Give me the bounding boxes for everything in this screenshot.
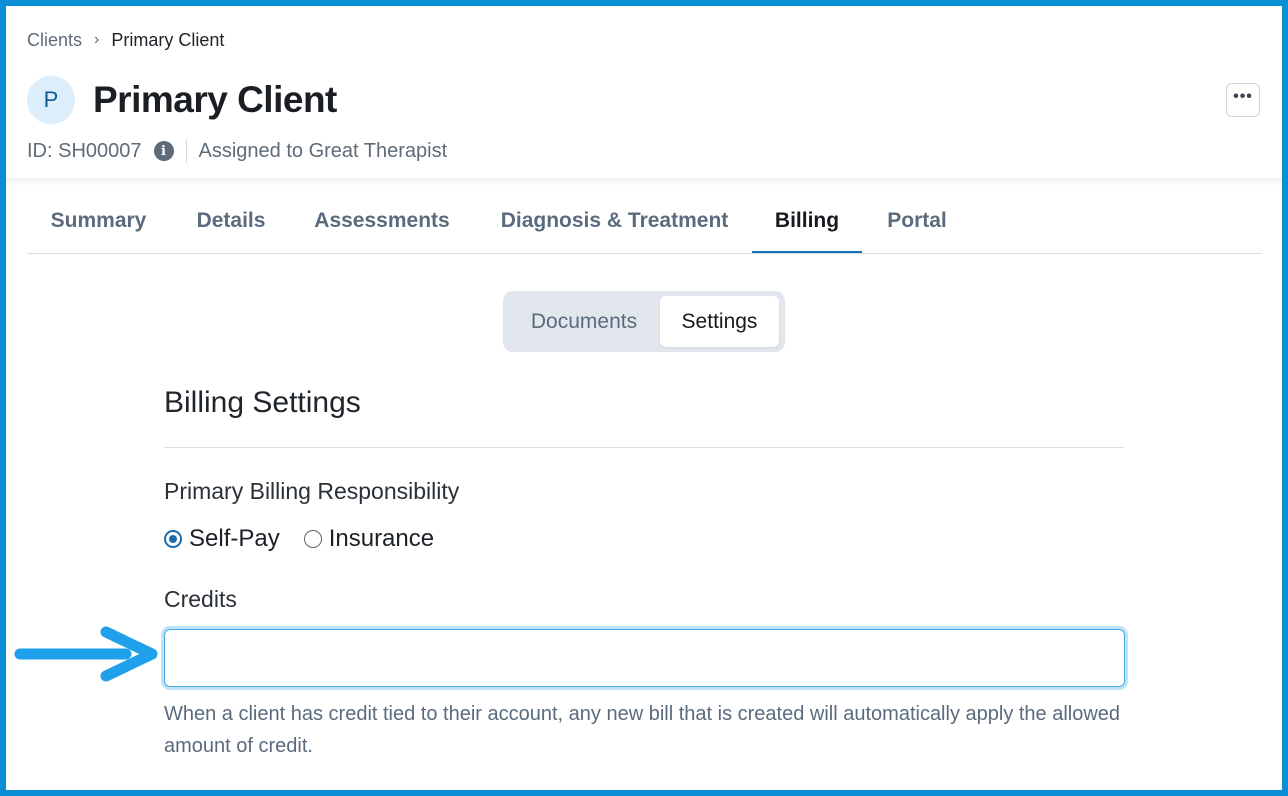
credits-label: Credits xyxy=(164,586,237,612)
tab-billing[interactable]: Billing xyxy=(752,192,862,253)
section-title: Billing Settings xyxy=(164,386,361,419)
self-pay-label[interactable]: Self-Pay xyxy=(189,525,280,553)
tab-bar: Summary Details Assessments Diagnosis & … xyxy=(27,192,1262,254)
meta-divider xyxy=(185,139,187,163)
header-divider xyxy=(6,178,1282,186)
breadcrumb: Clients › Primary Client xyxy=(27,30,224,50)
tab-diagnosis-treatment[interactable]: Diagnosis & Treatment xyxy=(477,192,752,253)
subtab-documents[interactable]: Documents xyxy=(509,296,659,347)
self-pay-radio[interactable] xyxy=(164,530,182,548)
tab-summary[interactable]: Summary xyxy=(27,192,170,253)
tab-details[interactable]: Details xyxy=(175,192,287,253)
client-meta: ID: SH00007 i Assigned to Great Therapis… xyxy=(27,138,447,164)
insurance-label[interactable]: Insurance xyxy=(329,525,434,553)
page-title: Primary Client xyxy=(93,79,337,120)
tab-portal[interactable]: Portal xyxy=(865,192,969,253)
chevron-right-icon: › xyxy=(94,31,100,48)
ellipsis-icon: ••• xyxy=(1233,88,1253,105)
breadcrumb-current: Primary Client xyxy=(111,29,225,50)
billing-responsibility-options: Self-Pay Insurance xyxy=(164,524,434,554)
client-id: ID: SH00007 xyxy=(27,139,142,162)
more-options-button[interactable]: ••• xyxy=(1226,83,1260,117)
breadcrumb-clients-link[interactable]: Clients xyxy=(27,30,82,51)
info-icon[interactable]: i xyxy=(153,141,174,161)
section-divider xyxy=(164,447,1124,448)
avatar-initial: P xyxy=(43,87,59,112)
annotation-arrow-icon xyxy=(14,626,158,682)
credits-help-text: When a client has credit tied to their a… xyxy=(164,703,1121,757)
insurance-radio[interactable] xyxy=(303,530,322,548)
assigned-therapist: Assigned to Great Therapist xyxy=(198,139,448,162)
billing-subtabs: Documents Settings xyxy=(503,291,785,352)
avatar: P xyxy=(27,76,75,124)
client-page: Clients › Primary Client P Primary Clien… xyxy=(6,6,1282,790)
tab-assessments[interactable]: Assessments xyxy=(292,192,472,253)
billing-responsibility-label: Primary Billing Responsibility xyxy=(164,478,460,504)
subtab-settings[interactable]: Settings xyxy=(660,296,779,347)
credits-input[interactable] xyxy=(164,629,1125,687)
